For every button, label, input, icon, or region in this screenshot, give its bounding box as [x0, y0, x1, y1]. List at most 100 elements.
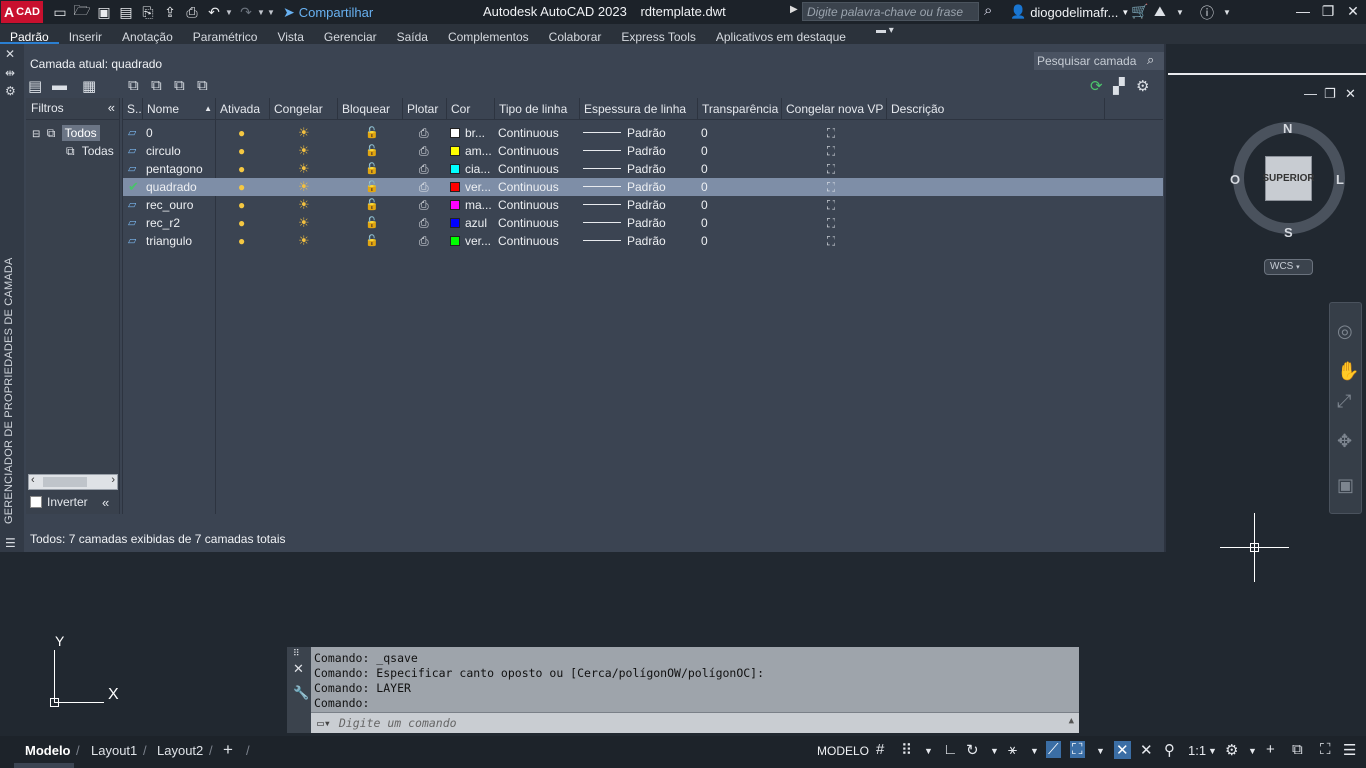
compass-west[interactable]: O: [1230, 172, 1240, 187]
scale-dropdown-icon[interactable]: ▼: [1208, 746, 1217, 756]
annotation-visibility-icon[interactable]: ✕: [1114, 741, 1131, 759]
tab-inserir[interactable]: Inserir: [59, 24, 112, 44]
add-layout-button[interactable]: +: [223, 740, 233, 760]
col-lineweight[interactable]: Espessura de linha: [580, 98, 698, 120]
command-history-up-icon[interactable]: ▲: [1069, 716, 1074, 726]
sun-thawed-icon[interactable]: ☀: [298, 196, 310, 214]
tab-saida[interactable]: Saída: [387, 24, 438, 44]
layer-name[interactable]: pentagono: [146, 160, 214, 178]
new-vp-freeze-icon[interactable]: ⛶: [827, 178, 835, 196]
layer-status-icon[interactable]: ▱: [128, 196, 136, 214]
layer-color[interactable]: ma...: [450, 196, 494, 214]
tab-anotacao[interactable]: Anotação: [112, 24, 183, 44]
lightbulb-on-icon[interactable]: ●: [238, 160, 245, 178]
steering-wheel-icon[interactable]: ◎: [1337, 321, 1353, 342]
sun-thawed-icon[interactable]: ☀: [298, 214, 310, 232]
save-as-icon[interactable]: ▤: [115, 2, 137, 22]
grip-icon[interactable]: ⠿: [293, 648, 300, 659]
scroll-right-icon[interactable]: ›: [111, 474, 115, 486]
printer-icon[interactable]: ⎙: [419, 214, 429, 232]
undo-dropdown-icon[interactable]: ▼: [225, 8, 235, 17]
layer-linetype[interactable]: Continuous: [498, 160, 559, 178]
layer-name[interactable]: rec_ouro: [146, 196, 214, 214]
palette-properties-icon[interactable]: ⚙: [5, 84, 16, 98]
object-snap-icon[interactable]: ⛶: [1070, 741, 1085, 758]
redo-icon[interactable]: ↷: [235, 2, 257, 22]
lightbulb-on-icon[interactable]: ●: [238, 124, 245, 142]
object-snap-tracking-icon[interactable]: ⟋: [1046, 741, 1061, 758]
polar-icon[interactable]: ↻: [966, 741, 979, 759]
sun-thawed-icon[interactable]: ☀: [298, 142, 310, 160]
layer-status-icon[interactable]: ▱: [128, 214, 136, 232]
clean-screen-icon[interactable]: ⛶: [1320, 741, 1331, 758]
layer-row[interactable]: ▱ 0 ● ☀ 🔓 ⎙ br... Continuous Padrão 0 ⛶: [123, 124, 1163, 142]
tree-collapse-icon[interactable]: ⊟: [32, 129, 40, 140]
tab-padrao[interactable]: Padrão: [0, 24, 59, 44]
filters-horizontal-scrollbar[interactable]: ‹ ›: [28, 474, 118, 490]
undo-icon[interactable]: ↶: [203, 2, 225, 22]
printer-icon[interactable]: ⎙: [419, 178, 429, 196]
layer-linetype[interactable]: Continuous: [498, 196, 559, 214]
command-customize-icon[interactable]: 🔧: [293, 685, 309, 701]
close-icon[interactable]: ✕: [1343, 3, 1363, 20]
layer-row[interactable]: ▱ circulo ● ☀ 🔓 ⎙ am... Continuous Padrão 0 ⛶: [123, 142, 1163, 160]
layer-name[interactable]: quadrado: [146, 178, 214, 196]
refresh-icon[interactable]: ⟳: [1090, 77, 1103, 95]
palette-autohide-icon[interactable]: ⇹: [5, 66, 15, 80]
delete-layer-icon[interactable]: ⧉: [174, 77, 185, 94]
tab-layout2[interactable]: Layout2: [157, 743, 203, 758]
new-vp-freeze-icon[interactable]: ⛶: [827, 214, 835, 232]
palette-close-icon[interactable]: ✕: [5, 47, 15, 61]
auto-scale-icon[interactable]: ✕: [1140, 741, 1153, 759]
col-linetype[interactable]: Tipo de linha: [495, 98, 580, 120]
layer-name[interactable]: rec_r2: [146, 214, 214, 232]
new-layer-icon[interactable]: ⧉: [128, 77, 139, 94]
layer-transparency[interactable]: 0: [701, 196, 708, 214]
scroll-thumb[interactable]: [43, 477, 87, 487]
workspace-dropdown-icon[interactable]: ▼: [1248, 746, 1257, 756]
viewport-minimize-icon[interactable]: —: [1304, 86, 1317, 101]
search-icon[interactable]: ⌕: [1147, 52, 1154, 68]
snap-icon[interactable]: ⠿: [901, 741, 912, 759]
col-color[interactable]: Cor: [447, 98, 495, 120]
new-vp-freeze-icon[interactable]: ⛶: [827, 232, 835, 250]
sun-thawed-icon[interactable]: ☀: [298, 124, 310, 142]
set-current-icon[interactable]: ⧉: [197, 77, 208, 94]
layer-name[interactable]: circulo: [146, 142, 214, 160]
lightbulb-on-icon[interactable]: ●: [238, 142, 245, 160]
scroll-left-icon[interactable]: ‹: [31, 474, 35, 486]
help-dropdown-icon[interactable]: ▼: [1223, 8, 1231, 17]
settings-gear-icon[interactable]: ⚙: [1136, 77, 1149, 95]
isodraft-dropdown-icon[interactable]: ▼: [1030, 746, 1039, 756]
showmotion-icon[interactable]: ▣: [1337, 475, 1354, 496]
printer-icon[interactable]: ⎙: [419, 160, 429, 178]
tab-parametrico[interactable]: Paramétrico: [183, 24, 268, 44]
new-property-filter-icon[interactable]: ▤: [28, 77, 42, 95]
layer-linetype[interactable]: Continuous: [498, 214, 559, 232]
layer-lineweight[interactable]: Padrão: [583, 178, 666, 196]
pan-icon[interactable]: ✋: [1337, 361, 1359, 382]
layer-transparency[interactable]: 0: [701, 124, 708, 142]
invert-filter[interactable]: Inverter: [30, 495, 88, 509]
layer-linetype[interactable]: Continuous: [498, 142, 559, 160]
tab-aplicativos[interactable]: Aplicativos em destaque: [706, 24, 856, 44]
collapse-tree-icon[interactable]: «: [102, 495, 109, 510]
app-menu-button[interactable]: A CAD: [1, 1, 43, 23]
layer-linetype[interactable]: Continuous: [498, 178, 559, 196]
tree-item-used[interactable]: ⧉ Todas: [66, 144, 114, 159]
lightbulb-on-icon[interactable]: ●: [238, 196, 245, 214]
layer-transparency[interactable]: 0: [701, 160, 708, 178]
lightbulb-on-icon[interactable]: ●: [238, 214, 245, 232]
col-freeze[interactable]: Congelar: [270, 98, 338, 120]
search-layer-input[interactable]: Pesquisar camada: [1034, 52, 1164, 70]
new-vp-freeze-icon[interactable]: ⛶: [827, 124, 835, 142]
layer-row[interactable]: ▱ rec_r2 ● ☀ 🔓 ⎙ azul Continuous Padrão 0 ⛶: [123, 214, 1163, 232]
viewport-close-icon[interactable]: ✕: [1345, 86, 1356, 102]
layer-transparency[interactable]: 0: [701, 178, 708, 196]
search-icon[interactable]: ⌕: [984, 2, 992, 19]
isodraft-icon[interactable]: ⚹: [1008, 741, 1017, 758]
layer-color[interactable]: azul: [450, 214, 494, 232]
col-description[interactable]: Descrição: [887, 98, 1105, 120]
layer-lineweight[interactable]: Padrão: [583, 142, 666, 160]
ribbon-toggle-icon[interactable]: ▬ ▾: [876, 18, 894, 44]
